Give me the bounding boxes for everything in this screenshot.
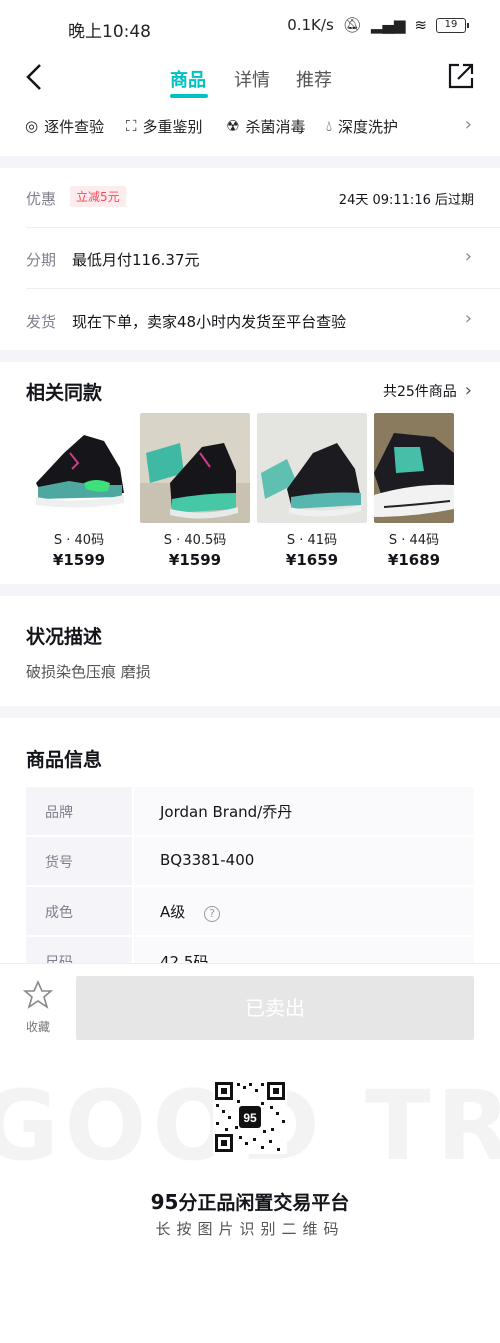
- service-label: 多重鉴别: [142, 117, 203, 136]
- share-icon: [448, 63, 474, 89]
- status-time: 晚上10:48: [68, 22, 151, 42]
- info-value-grade: A级: [160, 903, 186, 921]
- sterilize-icon: ☢: [226, 117, 240, 135]
- star-icon: [22, 980, 54, 1009]
- service-label: 杀菌消毒: [245, 117, 306, 136]
- mute-icon: 🔕︎: [342, 16, 362, 34]
- back-arrow-icon: [26, 64, 41, 90]
- water-drop-icon: 💧︎: [326, 117, 333, 135]
- tab-active-indicator: [170, 94, 208, 98]
- screen: 晚上10:48 0.1K/s 🔕︎ ▂▄▆ ≋ 19 商品 详情 推荐 ◎ 逐件…: [0, 0, 500, 1343]
- shipping-row[interactable]: 发货 现在下单，卖家48小时内发货至平台查验 ›: [0, 289, 500, 349]
- item-price: ¥1659: [285, 551, 339, 569]
- service-label: 深度洗护: [338, 117, 399, 136]
- installment-row[interactable]: 分期 最低月付116.37元 ›: [0, 228, 500, 288]
- tab-recommend[interactable]: 推荐: [296, 66, 332, 92]
- inspect-icon: ◎: [25, 117, 39, 135]
- related-title: 相关同款: [26, 382, 103, 404]
- related-item[interactable]: S · 40.5码 ¥1599: [140, 413, 250, 569]
- info-value-sku: BQ3381-400: [134, 837, 474, 885]
- product-image: [257, 413, 367, 523]
- installment-value: 最低月付116.37元: [72, 251, 200, 269]
- platform-brand-line: 95分正品闲置交易平台: [0, 1188, 500, 1215]
- service-inspect: ◎ 逐件查验: [25, 112, 104, 140]
- scan-icon: ⛶: [126, 117, 137, 135]
- item-price: ¥1599: [168, 551, 222, 569]
- section-gap: [0, 350, 500, 362]
- share-button[interactable]: [447, 62, 475, 90]
- services-more-chevron-icon[interactable]: ›: [465, 114, 472, 135]
- status-bar: 晚上10:48 0.1K/s 🔕︎ ▂▄▆ ≋ 19: [0, 0, 500, 56]
- signal-icon: ▂▄▆: [370, 16, 406, 34]
- battery-icon: 19: [436, 17, 469, 33]
- platform-logo: 95: [150, 1190, 179, 1214]
- item-size: S · 41码: [286, 533, 338, 548]
- qr-code: 95: [213, 1080, 287, 1154]
- item-size: S · 40码: [53, 533, 105, 548]
- qr-logo-text: 95: [243, 1111, 257, 1125]
- condition-text: 破损染色压痕 磨损: [26, 663, 151, 681]
- info-title: 商品信息: [26, 749, 103, 771]
- item-size: S · 44码: [388, 533, 440, 548]
- product-image: [140, 413, 250, 523]
- promo-expire: 24天 09:11:16 后过期: [338, 193, 474, 208]
- section-gap: [0, 584, 500, 596]
- condition-title: 状况描述: [26, 626, 103, 648]
- platform-slogan: 分正品闲置交易平台: [178, 1192, 350, 1214]
- product-image: [24, 413, 134, 523]
- status-icons: 0.1K/s 🔕︎ ▂▄▆ ≋ 19: [287, 16, 469, 34]
- promo-label: 优惠: [26, 190, 57, 208]
- service-label: 逐件查验: [44, 117, 105, 136]
- sold-out-button[interactable]: 已卖出: [76, 976, 474, 1040]
- info-label-sku: 货号: [26, 837, 132, 885]
- wifi-icon: ≋: [414, 16, 427, 34]
- info-value-brand: Jordan Brand/乔丹: [134, 787, 474, 835]
- collect-button[interactable]: 收藏: [20, 980, 56, 1036]
- info-label-brand: 品牌: [26, 787, 132, 835]
- item-size: S · 40.5码: [163, 533, 227, 548]
- item-price: ¥1689: [387, 551, 441, 569]
- shipping-label: 发货: [26, 313, 57, 331]
- tab-goods[interactable]: 商品: [170, 66, 206, 92]
- section-gap: [0, 156, 500, 168]
- related-item[interactable]: S · 44码 ¥1689: [374, 413, 484, 569]
- installment-label: 分期: [26, 251, 57, 269]
- collect-label: 收藏: [25, 1020, 50, 1034]
- service-authenticate: ⛶ 多重鉴别: [126, 112, 203, 140]
- network-speed: 0.1K/s: [287, 16, 334, 34]
- service-sterilize: ☢ 杀菌消毒: [226, 112, 305, 140]
- related-count: 共25件商品: [382, 383, 457, 400]
- tab-details[interactable]: 详情: [234, 66, 270, 92]
- chevron-right-icon: ›: [464, 246, 472, 267]
- product-image: [374, 413, 454, 523]
- related-more-link[interactable]: 共25件商品 ›: [383, 380, 472, 401]
- qr-hint: 长按图片识别二维码: [155, 1220, 345, 1238]
- help-icon[interactable]: ?: [204, 906, 221, 922]
- chevron-right-icon: ›: [464, 380, 472, 401]
- related-item[interactable]: S · 41码 ¥1659: [257, 413, 367, 569]
- back-button[interactable]: [22, 62, 46, 92]
- chevron-right-icon: ›: [464, 308, 472, 329]
- service-clean: 💧︎ 深度洗护: [326, 112, 398, 140]
- info-label-grade: 成色: [26, 887, 132, 935]
- promo-badge: 立减5元: [70, 186, 126, 207]
- related-item[interactable]: S · 40码 ¥1599: [24, 413, 134, 569]
- shipping-value: 现在下单，卖家48小时内发货至平台查验: [72, 313, 347, 331]
- section-gap: [0, 706, 500, 718]
- item-price: ¥1599: [52, 551, 106, 569]
- info-value-grade-cell: A级 ?: [134, 887, 474, 935]
